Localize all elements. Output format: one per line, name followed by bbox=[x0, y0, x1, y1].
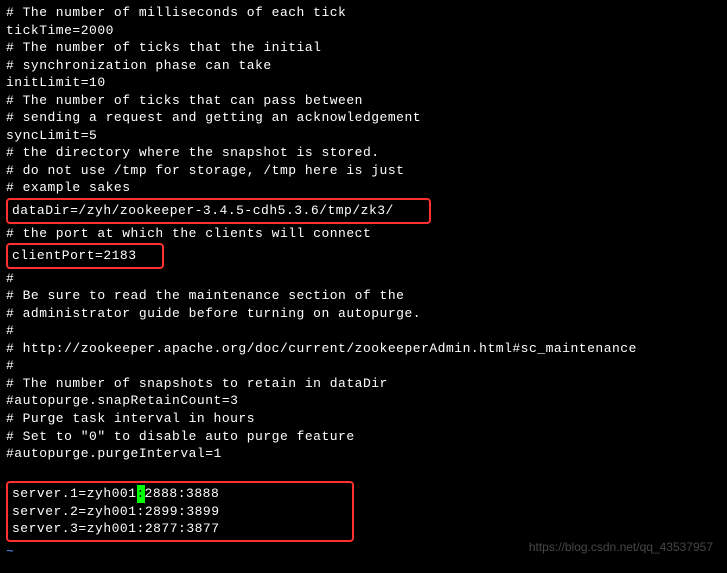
config-line: # the directory where the snapshot is st… bbox=[6, 144, 721, 162]
server-line: server.3=zyh001:2877:3877 bbox=[12, 520, 348, 538]
config-line: # the port at which the clients will con… bbox=[6, 225, 721, 243]
config-line: syncLimit=5 bbox=[6, 127, 721, 145]
cursor: : bbox=[137, 485, 145, 503]
config-line: tickTime=2000 bbox=[6, 22, 721, 40]
config-line: # The number of ticks that the initial bbox=[6, 39, 721, 57]
config-line: # sending a request and getting an ackno… bbox=[6, 109, 721, 127]
config-line: # The number of ticks that can pass betw… bbox=[6, 92, 721, 110]
highlight-servers: server.1=zyh001:2888:3888 server.2=zyh00… bbox=[6, 481, 354, 542]
server1-post: 2888:3888 bbox=[145, 486, 220, 501]
config-line: # administrator guide before turning on … bbox=[6, 305, 721, 323]
config-line: # Purge task interval in hours bbox=[6, 410, 721, 428]
config-line: #autopurge.snapRetainCount=3 bbox=[6, 392, 721, 410]
datadir-value: dataDir=/zyh/zookeeper-3.4.5-cdh5.3.6/tm… bbox=[12, 203, 394, 218]
config-line: # bbox=[6, 357, 721, 375]
config-line: # Be sure to read the maintenance sectio… bbox=[6, 287, 721, 305]
config-line: # The number of milliseconds of each tic… bbox=[6, 4, 721, 22]
config-line: #autopurge.purgeInterval=1 bbox=[6, 445, 721, 463]
watermark-text: https://blog.csdn.net/qq_43537957 bbox=[529, 539, 713, 555]
config-line: # do not use /tmp for storage, /tmp here… bbox=[6, 162, 721, 180]
config-line: # bbox=[6, 322, 721, 340]
highlight-datadir: dataDir=/zyh/zookeeper-3.4.5-cdh5.3.6/tm… bbox=[6, 198, 431, 224]
clientport-value: clientPort=2183 bbox=[12, 248, 137, 263]
server1-pre: server.1=zyh001 bbox=[12, 486, 137, 501]
server-line: server.1=zyh001:2888:3888 bbox=[12, 485, 348, 503]
config-line: # synchronization phase can take bbox=[6, 57, 721, 75]
config-line: # http://zookeeper.apache.org/doc/curren… bbox=[6, 340, 721, 358]
config-line: # The number of snapshots to retain in d… bbox=[6, 375, 721, 393]
config-line bbox=[6, 463, 721, 481]
config-line: # bbox=[6, 270, 721, 288]
terminal-output: # The number of milliseconds of each tic… bbox=[6, 4, 721, 560]
config-line: # Set to "0" to disable auto purge featu… bbox=[6, 428, 721, 446]
config-line: initLimit=10 bbox=[6, 74, 721, 92]
highlight-clientport: clientPort=2183 bbox=[6, 243, 164, 269]
config-line: # example sakes bbox=[6, 179, 721, 197]
server-line: server.2=zyh001:2899:3899 bbox=[12, 503, 348, 521]
